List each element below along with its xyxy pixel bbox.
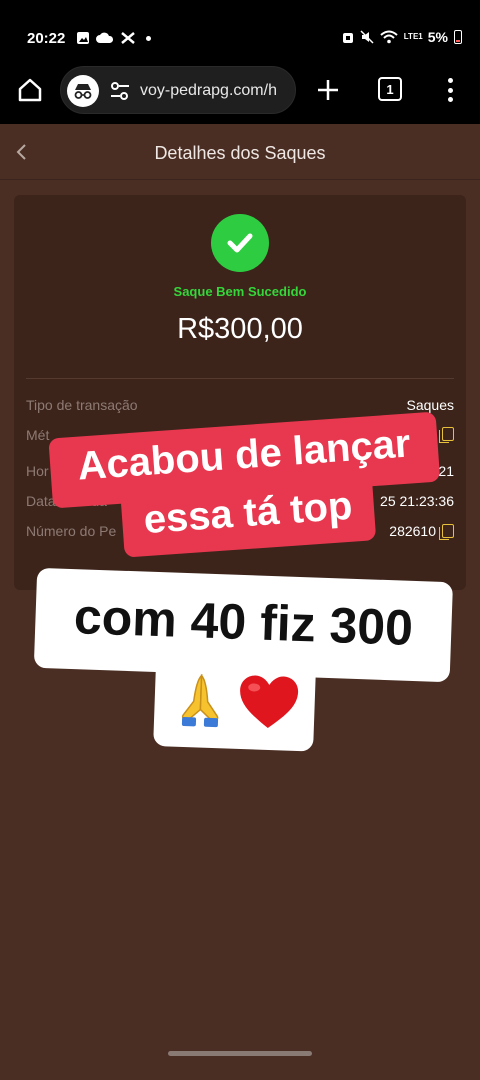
- alarm-icon: [342, 33, 353, 43]
- gesture-navigation-bar[interactable]: [168, 1051, 312, 1056]
- emoji-row: [154, 668, 316, 736]
- copy-icon[interactable]: [439, 427, 454, 443]
- withdrawal-amount: R$300,00: [177, 313, 303, 345]
- mute-icon: [360, 30, 374, 44]
- status-bar: 20:22 LTE1 5%: [0, 0, 480, 62]
- cloud-icon: [96, 32, 114, 43]
- home-icon[interactable]: [16, 76, 44, 104]
- red-heart-icon: [240, 675, 299, 728]
- row-label: Mét: [26, 427, 50, 443]
- praying-hands-icon: [181, 673, 219, 728]
- row-label: Hor: [26, 463, 49, 479]
- battery-icon: [454, 30, 462, 44]
- overflow-menu-icon[interactable]: [440, 76, 460, 104]
- address-bar[interactable]: voy-pedrapg.com/h: [60, 66, 296, 114]
- promo-sticker-red: Acabou de lançar essa tá top: [48, 402, 445, 567]
- dot-icon: [146, 35, 151, 41]
- status-label: Saque Bem Sucedido: [173, 284, 307, 299]
- page-title: Detalhes dos Saques: [154, 143, 326, 163]
- wifi-icon: [380, 30, 398, 44]
- system-icons: LTE1 5%: [342, 29, 462, 45]
- battery-percent: 5%: [427, 29, 448, 45]
- browser-toolbar: voy-pedrapg.com/h 1: [0, 62, 480, 124]
- new-tab-icon[interactable]: [314, 76, 342, 104]
- divider: [26, 378, 454, 379]
- gallery-icon: [77, 32, 89, 44]
- notification-icons: [76, 31, 151, 45]
- page-header: Detalhes dos Saques: [0, 124, 480, 180]
- caption-sticker-white: com 40 fiz 300: [31, 567, 454, 762]
- row-label: Tipo de transação: [26, 397, 138, 413]
- success-check-icon: [211, 214, 269, 272]
- capcut-icon: [121, 32, 135, 44]
- site-settings-icon[interactable]: [109, 81, 131, 101]
- tab-switcher-button[interactable]: 1: [378, 77, 402, 101]
- network-label: LTE1: [403, 32, 423, 41]
- status-time: 20:22: [27, 30, 66, 47]
- row-value: [436, 427, 454, 443]
- incognito-icon: [67, 75, 99, 107]
- url-text[interactable]: voy-pedrapg.com/h: [140, 82, 290, 100]
